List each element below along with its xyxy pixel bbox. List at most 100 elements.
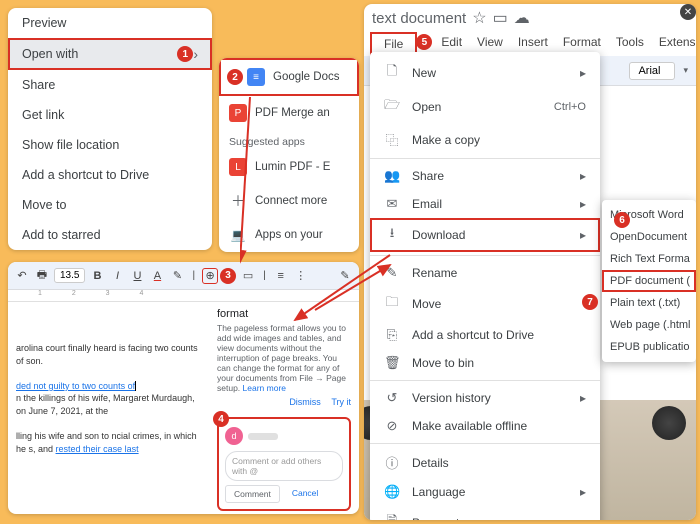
ctx-add-starred[interactable]: Add to starred [8,220,212,250]
try-it-button[interactable]: Try it [331,397,351,407]
page-icon: 🗎 [384,512,400,520]
file-offline[interactable]: ⊘Make available offline [370,412,600,440]
learn-more-link[interactable]: Learn more [243,383,286,393]
file-icon: 🗋 [384,62,400,84]
font-size-input[interactable]: 13.5 [54,268,85,283]
badge-7: 7 [582,294,598,310]
file-move[interactable]: 🗀Move [370,287,600,321]
trash-icon: 🗑 [384,355,400,371]
document-body[interactable]: arolina court finally heard is facing tw… [8,302,209,514]
close-icon[interactable]: ✕ [680,4,696,20]
share-icon: 👥 [384,168,400,184]
dl-odt[interactable]: OpenDocument [602,226,696,248]
file-rename[interactable]: ✎Rename [370,259,600,287]
dl-html[interactable]: Web page (.html [602,314,696,336]
file-add-shortcut[interactable]: ⎘Add a shortcut to Drive [370,321,600,349]
dismiss-button[interactable]: Dismiss [289,397,321,407]
badge-1: 1 [177,46,193,62]
dl-txt[interactable]: Plain text (.txt) [602,292,696,314]
chevron-down-icon: ▾ [683,65,688,76]
link[interactable]: ded not guilty to two counts of [16,381,135,391]
chevron-right-icon: ▸ [580,169,586,183]
chevron-right-icon: ▸ [580,485,586,499]
drive-context-menu: Preview Open with 1 › Share Get link Sho… [8,8,212,250]
name-placeholder [248,433,278,440]
badge-5: 5 [416,34,432,50]
file-details[interactable]: ⓘDetails [370,447,600,478]
ctx-preview[interactable]: Preview [8,8,212,38]
file-download[interactable]: ⭳Download▸ [370,218,600,252]
sep: | [189,268,198,283]
bold-icon[interactable]: B [89,268,105,284]
file-copy[interactable]: ⿻Make a copy [370,124,600,155]
comment-box: 4 d Comment or add others with @ Comment… [217,417,351,511]
file-page-setup[interactable]: 🗎Page setup [370,506,600,520]
font-family-select[interactable]: Arial [629,62,675,80]
dl-epub[interactable]: EPUB publicatio [602,336,696,358]
ctx-label: Open with [22,47,78,61]
chevron-right-icon: ▸ [580,66,586,80]
comment-input[interactable]: Comment or add others with @ [225,451,343,481]
globe-icon: 🌐 [384,484,400,500]
star-icon[interactable]: ☆ [472,8,486,28]
avatar: d [225,427,243,445]
file-email[interactable]: ✉Email▸ [370,190,600,218]
add-comment-icon[interactable]: ⊕ [202,268,218,284]
ctx-share[interactable]: Share [8,70,212,100]
docs-icon: ≡ [247,68,265,86]
ctx-get-link[interactable]: Get link [8,100,212,130]
email-icon: ✉ [384,196,400,212]
offline-icon: ⊘ [384,418,400,434]
open-google-docs[interactable]: 2 ≡ Google Docs [219,58,359,96]
docs-file-menu-view: text document ☆ ▭ ☁ File 5 Edit View Ins… [364,4,696,520]
menu-extensions[interactable]: Extensions [653,32,696,56]
badge-3: 3 [220,268,236,284]
comment-button[interactable]: Comment [225,485,280,503]
dl-rtf[interactable]: Rich Text Forma [602,248,696,270]
cloud-icon[interactable]: ☁ [514,8,530,28]
file-open[interactable]: 🗁OpenCtrl+O [370,90,600,124]
text: arolina court finally heard is facing tw… [16,342,203,367]
chevron-right-icon: ▸ [580,197,586,211]
pageless-body: The pageless format allows you to add wi… [217,323,351,393]
dl-pdf[interactable]: PDF document ( [602,270,696,292]
file-bin[interactable]: 🗑Move to bin [370,349,600,377]
history-icon: ↺ [384,390,400,406]
ctx-open-with[interactable]: Open with 1 › [8,38,212,70]
chevron-right-icon: ▸ [580,391,586,405]
side-panel: format The pageless format allows you to… [209,302,359,514]
file-menu: 🗋New▸ 🗁OpenCtrl+O ⿻Make a copy 👥Share▸ ✉… [370,52,600,520]
download-icon: ⭳ [384,224,400,246]
copy-icon: ⿻ [384,130,400,149]
italic-icon[interactable]: I [109,268,125,284]
underline-icon[interactable]: U [129,268,145,284]
info-icon: ⓘ [384,453,400,472]
arrow-annotation [310,260,400,320]
label: Google Docs [273,71,339,83]
link[interactable]: rested their case last [56,444,139,454]
badge-4: 4 [213,411,229,427]
arrow-annotation [240,92,360,272]
chevron-right-icon: › [193,46,198,62]
ctx-add-shortcut[interactable]: Add a shortcut to Drive [8,160,212,190]
undo-icon[interactable]: ↶ [14,268,30,284]
ctx-show-location[interactable]: Show file location [8,130,212,160]
file-share[interactable]: 👥Share▸ [370,162,600,190]
highlight-icon[interactable]: ✎ [169,268,185,284]
seal-decoration [652,406,686,440]
chevron-right-icon: ▸ [580,228,586,242]
file-new[interactable]: 🗋New▸ [370,56,600,90]
ctx-move-to[interactable]: Move to [8,190,212,220]
text: n the killings of his wife, Margaret Mur… [16,392,203,417]
cancel-button[interactable]: Cancel [284,485,326,503]
folder-icon: 🗁 [384,96,400,118]
badge-6: 6 [614,212,630,228]
print-icon[interactable]: 🖶 [34,268,50,284]
file-version[interactable]: ↺Version history▸ [370,384,600,412]
move-icon[interactable]: ▭ [493,8,508,28]
menu-tools[interactable]: Tools [610,32,650,56]
doc-title[interactable]: text document [372,10,466,27]
file-language[interactable]: 🌐Language▸ [370,478,600,506]
badge-2: 2 [227,69,243,85]
text-color-icon[interactable]: A [149,268,165,284]
